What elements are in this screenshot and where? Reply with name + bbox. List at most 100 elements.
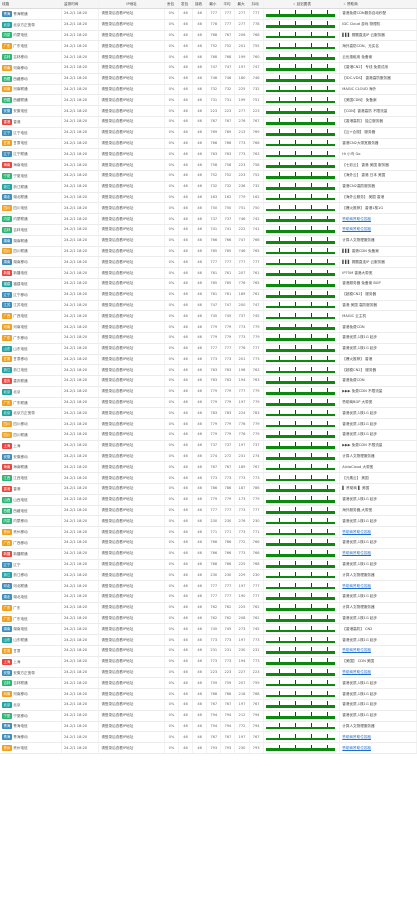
sponsor-notice[interactable]: 赞助商赞助位招租 [339,731,417,744]
table-row[interactable]: 安徽 安徽电信 24-2/1 18:20 请登录后查看IP地址 0% 46 46 223 223… [0,105,417,117]
sponsor-notice[interactable]: 计算人文物理服务器 [339,569,417,582]
sponsor-notice[interactable]: 计算人文物理服务器 [339,721,417,733]
table-row[interactable]: 四川 四川电信 24-2/1 18:20 请登录后查看IP地址 0% 46 46 750 750… [0,202,417,215]
table-row[interactable]: 内蒙 内蒙电信 24-2/1 18:20 请登录后查看IP地址 0% 46 46 768 767… [0,30,417,42]
col-header-jitter[interactable]: 抖动 [249,0,264,9]
sponsor-notice[interactable]: 香港优质,1核1G 起步 [339,343,417,355]
sponsor-notice[interactable]: 赞助商赞助位招租 [339,548,417,560]
table-row[interactable]: 西藏 西藏联通 24-2/1 18:20 请登录后查看IP地址 0% 46 46 731 731… [0,94,417,107]
table-row[interactable]: 辽宁 辽宁移动 24-2/1 18:20 请登录后查看IP地址 0% 46 46 761 761… [0,289,417,301]
table-row[interactable]: 上海 上海 24-2/1 18:20 请登录后查看IP地址 0% 46 46 737 737 19… [0,440,417,452]
table-row[interactable]: 浙江 浙江联通 24-2/1 18:20 请登录后查看IP地址 0% 46 46 732 732… [0,181,417,193]
sponsor-notice[interactable]: 【海外云】 香港 日本 美国 [339,170,417,182]
table-row[interactable]: 山东 山东联通 24-2/1 18:20 请登录后查看IP地址 0% 46 46 773 773… [0,634,417,647]
sponsor-notice[interactable]: 【海外云服务】 美国 香港 [339,192,417,204]
sponsor-notice[interactable]: 【超稳CN2】 服务器 [339,289,417,301]
sponsor-notice[interactable]: ▌▌▌ 赛题直连IP 云服务器 [339,256,417,269]
table-row[interactable]: 河南 河南联通 24-2/1 18:20 请登录后查看IP地址 0% 46 46 732 732… [0,84,417,96]
table-row[interactable]: 青海 青海电信 24-2/1 18:20 请登录后查看IP地址 0% 46 46 794 794… [0,721,417,733]
sponsor-notice[interactable]: 【香港CN2】 专线 免费试用 [339,62,417,74]
sponsor-notice[interactable]: 【IDC-VDS】 香港高防服务器 [339,73,417,85]
table-row[interactable]: 新疆 新疆电信 24-2/1 18:20 请登录后查看IP地址 0% 46 46 761 761… [0,267,417,279]
sponsor-notice[interactable]: 云优惠租用 免备案 [339,51,417,63]
table-row[interactable]: 西藏 西藏电信 24-2/1 18:20 请登录后查看IP地址 0% 46 46 777 777… [0,505,417,517]
sponsor-notice[interactable]: 香港优质,1核1G 起步 [339,429,417,441]
sponsor-notice[interactable]: 赞助商赞助位招租 [339,742,417,754]
table-row[interactable]: 新疆 新疆联通 24-2/1 18:20 请登录后查看IP地址 0% 46 46 766 766… [0,548,417,560]
sponsor-notice[interactable]: 【爆火推荐】 香港1核1G [339,202,417,215]
table-row[interactable]: 海南 海南电信 24-2/1 18:20 请登录后查看IP地址 0% 46 46 758 758… [0,159,417,171]
table-row[interactable]: 湖北 湖北电信 24-2/1 18:20 请登录后查看IP地址 0% 46 46 777 777… [0,591,417,603]
table-row[interactable]: 内蒙 内蒙联通 24-2/1 18:20 请登录后查看IP地址 0% 46 46 737 737… [0,213,417,225]
sponsor-notice[interactable]: 香港优质,1核1G 起步 [339,407,417,420]
table-row[interactable]: 广东 广东联通 24-2/1 18:20 请登录后查看IP地址 0% 46 46 779 779… [0,397,417,409]
table-row[interactable]: 河南 河南移动 24-2/1 18:20 请登录后查看IP地址 0% 46 46 768 768… [0,688,417,700]
sponsor-notice[interactable]: 香港优质,1核1G 起步 [339,699,417,711]
sponsor-notice[interactable]: 【CDN】香港高防 不限流量 [339,105,417,117]
table-row[interactable]: 湖南 湖南联通 24-2/1 18:20 请登录后查看IP地址 0% 46 46 766 766… [0,235,417,247]
table-row[interactable]: 甘肃 甘肃移动 24-2/1 18:20 请登录后查看IP地址 0% 46 46 773 773… [0,354,417,366]
sponsor-notice[interactable]: ▌▌▌ 赛题直连IP 云服务器 [339,30,417,42]
table-row[interactable]: 山西 山西电信 24-2/1 18:20 请登录后查看IP地址 0% 46 46 779 779… [0,494,417,506]
table-row[interactable]: 河南 河南电信 24-2/1 18:20 请登录后查看IP地址 0% 46 46 779 779… [0,321,417,333]
sponsor-notice[interactable]: 【美国】 CDN 美国 [339,656,417,668]
sponsor-notice[interactable]: 赞助商赞助位招租 [339,667,417,679]
col-header-chart[interactable]: ⇅ 延迟图表 [263,0,341,9]
col-header-loss[interactable]: 丢包 [164,0,179,9]
table-row[interactable]: 广西 广西电信 24-2/1 18:20 请登录后查看IP地址 0% 46 46 745 745… [0,310,417,323]
sponsor-notice[interactable]: 香港优质,1核1G 起步 [339,688,417,700]
table-row[interactable]: 甘肃 甘肃电信 24-2/1 18:20 请登录后查看IP地址 0% 46 46 766 766… [0,138,417,150]
table-row[interactable]: 吉林 吉林移动 24-2/1 18:20 请登录后查看IP地址 0% 46 46 768 768… [0,51,417,63]
table-row[interactable]: 广东 广东电信 24-2/1 18:20 请登录后查看IP地址 0% 46 46 752 752… [0,40,417,53]
col-header-min[interactable]: 最小 [206,0,222,9]
sponsor-notice[interactable]: 海外服务器,大带宽 [339,505,417,517]
col-header-ip[interactable]: IP地址 [98,0,165,9]
col-header-notice[interactable]: ⇅ 赞助商 [339,0,417,9]
table-row[interactable]: 四川 四川移动 24-2/1 18:20 请登录后查看IP地址 0% 46 46 779 779… [0,418,417,431]
table-row[interactable]: 青海 青海联通 24-2/1 18:20 请登录后查看IP地址 0% 46 46 777 777… [0,8,417,20]
sponsor-notice[interactable]: 香港免费CDN [339,375,417,387]
table-row[interactable]: 吉林 吉林电信 24-2/1 18:20 请登录后查看IP地址 0% 46 46 741 741… [0,224,417,236]
sponsor-notice[interactable]: 香港优质,1核1G 起步 [339,591,417,603]
sponsor-notice[interactable]: 香港优质,1核1G 起步 [339,494,417,506]
sponsor-notice[interactable]: ▌▌▌ 香港CDN 免备案 [339,246,417,258]
table-row[interactable]: 湖南 湖南移动 24-2/1 18:20 请登录后查看IP地址 0% 46 46 777 777… [0,256,417,269]
sponsor-notice[interactable]: 香港 美国 高防服务器 [339,300,417,312]
sponsor-notice[interactable]: 香港免费CDN服务自动秒配 [339,8,417,20]
sponsor-notice[interactable]: 香港优质,1核1G 起步 [339,332,417,344]
table-row[interactable]: 内蒙 内蒙移动 24-2/1 18:20 请登录后查看IP地址 0% 46 46 230 230… [0,515,417,528]
table-row[interactable]: 宁夏 宁夏电信 24-2/1 18:20 请登录后查看IP地址 0% 46 46 752 752… [0,170,417,182]
table-row[interactable]: 河南 河南移动 24-2/1 18:20 请登录后查看IP地址 0% 46 46 747 747… [0,62,417,74]
sponsor-notice[interactable]: 香港免费CDN [339,321,417,333]
table-row[interactable]: 青海 青海移动 24-2/1 18:20 请登录后查看IP地址 0% 46 46 767 767… [0,731,417,744]
sponsor-notice[interactable]: MAGIC CLOUD 海外 [339,84,417,96]
table-row[interactable]: 河北 河北联通 24-2/1 18:20 请登录后查看IP地址 0% 46 46 777 777… [0,580,417,593]
sponsor-notice[interactable]: 香港优质,1核1G 起步 [339,677,417,690]
table-row[interactable]: 吉林 吉林联通 24-2/1 18:20 请登录后查看IP地址 0% 46 46 759 759… [0,677,417,690]
sponsor-notice[interactable]: 香港优质,1核1G 起步 [339,613,417,625]
col-header-checktime[interactable]: 监测时间 [61,0,100,9]
col-header-avg[interactable]: 平均 [220,0,236,9]
sponsor-notice[interactable]: 【香港高防】 CN2 [339,623,417,636]
table-row[interactable]: 广西 广西移动 24-2/1 18:20 请登录后查看IP地址 0% 46 46 766 766… [0,537,417,549]
table-row[interactable]: 辽宁 辽宁联通 24-2/1 18:20 请登录后查看IP地址 0% 46 46 763 763… [0,148,417,161]
table-row[interactable]: 四川 四川联通 24-2/1 18:20 请登录后查看IP地址 0% 46 46 779 779… [0,429,417,441]
table-row[interactable]: 辽宁 辽宁 24-2/1 18:20 请登录后查看IP地址 0% 46 46 768 768 22… [0,559,417,571]
table-row[interactable]: 重庆 重庆联通 24-2/1 18:20 请登录后查看IP地址 0% 46 46 763 763… [0,375,417,387]
table-row[interactable]: 山东 山东电信 24-2/1 18:20 请登录后查看IP地址 0% 46 46 777 777… [0,343,417,355]
sponsor-notice[interactable]: 香港优质,1核1G 起步 [339,418,417,431]
table-row[interactable]: 宁夏 宁夏移动 24-2/1 18:20 请登录后查看IP地址 0% 46 46 794 794… [0,710,417,722]
sponsor-notice[interactable]: AlviaCloud 大带宽 [339,461,417,474]
sponsor-notice[interactable]: 【香港高防】 独立服务器 [339,116,417,128]
table-row[interactable]: 湖南 湖南电信 24-2/1 18:20 请登录后查看IP地址 0% 46 46 745 745… [0,623,417,636]
table-row[interactable]: 浙江 浙江电信 24-2/1 18:20 请登录后查看IP地址 0% 46 46 763 763… [0,364,417,377]
sponsor-notice[interactable]: 香港优质,1核1G 起步 [339,515,417,528]
table-row[interactable]: 香港 香港 24-2/1 18:20 请登录后查看IP地址 0% 46 46 767 767 27… [0,116,417,128]
sponsor-notice[interactable]: IP75M 香港大带宽 [339,267,417,279]
col-header-recv[interactable]: 接收 [192,0,208,9]
sponsor-notice[interactable]: 赞助商赞助位招租 [339,580,417,593]
sponsor-notice[interactable]: 计算人文物理服务器 [339,602,417,614]
table-row[interactable]: 广东 广东 24-2/1 18:20 请登录后查看IP地址 0% 46 46 762 762 22… [0,602,417,614]
table-row[interactable]: 广东 广东电信 24-2/1 18:20 请登录后查看IP地址 0% 46 46 762 762… [0,613,417,625]
sponsor-notice[interactable]: 香港CN2高防服务器 [339,181,417,193]
